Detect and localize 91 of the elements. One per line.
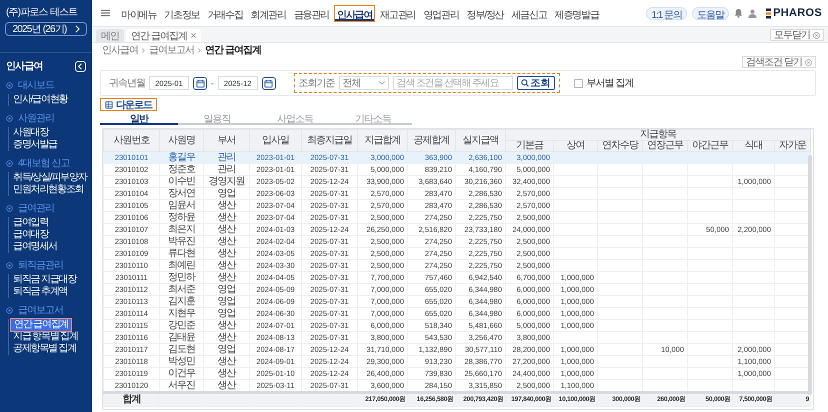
- sidebar-item[interactable]: 인사/급여현황: [9, 94, 92, 106]
- breadcrumb-item: 연간 급여집계: [205, 44, 261, 57]
- nav-tab[interactable]: 거래수집: [204, 4, 246, 22]
- column-header: 연장근무: [642, 140, 688, 152]
- toggle-filter-button[interactable]: 검색조건 닫기: [742, 56, 816, 68]
- sidebar-item[interactable]: 공제항목별 집계: [9, 343, 92, 355]
- nav-tab[interactable]: 마이메뉴: [118, 4, 160, 22]
- logo-text: PHAROS: [773, 7, 822, 19]
- user-icon[interactable]: [748, 8, 758, 18]
- column-header: 사원번호: [104, 130, 160, 152]
- close-all-button[interactable]: 모두닫기: [770, 29, 824, 41]
- sidebar-item[interactable]: 지급 항목별 집계: [9, 331, 92, 343]
- circle-icon: [6, 306, 13, 314]
- help-button[interactable]: 1:1 문의: [646, 6, 688, 20]
- column-header: 실지급액: [456, 130, 506, 152]
- nav-tab[interactable]: 제증명발급: [552, 4, 602, 22]
- search-icon: [520, 79, 529, 87]
- circle-icon: [6, 204, 13, 212]
- close-circle-icon: [805, 58, 812, 66]
- company-name: (주)파로스 테스트: [5, 6, 78, 19]
- sidebar-item[interactable]: 증명서발급: [9, 139, 92, 151]
- sidebar-item[interactable]: 급여입력: [9, 217, 92, 229]
- nav-tab[interactable]: 정부/정산: [464, 4, 506, 22]
- logo-icon: [766, 8, 772, 18]
- breadcrumb-item[interactable]: 인사급여: [102, 43, 138, 57]
- sidebar-item[interactable]: 민원처리현황조회: [9, 184, 92, 196]
- column-header: 식대: [732, 140, 774, 152]
- sidebar-group[interactable]: 급여보고서: [18, 303, 63, 317]
- sidebar-group[interactable]: 사원관리: [18, 111, 54, 125]
- collapse-icon[interactable]: [75, 60, 86, 72]
- sidebar-title: 인사급여: [6, 60, 43, 73]
- column-header: 입사일: [250, 130, 302, 152]
- nav-tab[interactable]: 세금신고: [508, 4, 550, 22]
- sidebar-group[interactable]: 대시보드: [18, 78, 54, 92]
- calendar-icon: [196, 78, 204, 88]
- field-label: 조회기준: [298, 77, 335, 90]
- sidebar-item[interactable]: 급여명세서: [9, 241, 92, 253]
- range-separator: -: [211, 78, 214, 88]
- column-group-header: 지급항목: [506, 130, 811, 140]
- column-header: 자가운: [774, 140, 811, 152]
- close-icon[interactable]: [190, 33, 196, 38]
- nav-tab[interactable]: 재고관리: [377, 4, 418, 22]
- download-button[interactable]: 다운로드: [100, 98, 157, 111]
- sidebar-item[interactable]: 연간 급여집계: [11, 319, 72, 331]
- nav-tab[interactable]: 회계관리: [248, 4, 289, 22]
- sidebar-item[interactable]: 급여대장: [9, 229, 92, 241]
- page-tab[interactable]: 연간 급여집계: [126, 29, 201, 42]
- breadcrumb-item[interactable]: 급여보고서: [149, 43, 194, 57]
- column-header: 사원명: [160, 130, 204, 152]
- help-button[interactable]: 도움말: [692, 6, 730, 20]
- calendar-icon: [264, 78, 274, 88]
- circle-icon: [6, 82, 13, 88]
- chevron-right-icon: [142, 48, 145, 52]
- nav-tab[interactable]: 영업관리: [420, 4, 462, 22]
- nav-tab[interactable]: 기초정보: [161, 4, 202, 22]
- checkbox[interactable]: [574, 78, 583, 88]
- sidebar-item[interactable]: 퇴직금 추계액: [9, 286, 92, 298]
- checkbox-label: 부서별 집계: [586, 77, 634, 90]
- circle-icon: [6, 160, 13, 166]
- nav-tab[interactable]: 금융관리: [290, 4, 332, 22]
- period-selector[interactable]: 2025년 (26기): [5, 22, 87, 36]
- close-circle-icon: [813, 32, 820, 38]
- column-header: 야간근무: [688, 140, 732, 152]
- column-header: 지급합계: [358, 130, 408, 152]
- sidebar-group[interactable]: 급여관리: [18, 201, 54, 215]
- column-header: 연차수당: [598, 140, 642, 152]
- calendar-button[interactable]: [262, 76, 276, 90]
- column-header: 공제합계: [408, 130, 456, 152]
- sidebar-item[interactable]: 취득/상실/피부양자: [9, 172, 92, 184]
- sidebar-item[interactable]: 퇴직금 지급대장: [9, 274, 92, 286]
- column-header: 부서: [204, 130, 250, 152]
- chevron-right-icon: [198, 48, 201, 52]
- field-label: 귀속년월: [109, 77, 145, 90]
- chevron-right-icon: [74, 25, 80, 33]
- circle-icon: [6, 262, 13, 268]
- column-header: 최종지급일: [302, 130, 358, 152]
- criteria-dropdown[interactable]: 전체: [338, 76, 389, 90]
- column-header: 기본금: [506, 140, 554, 152]
- total-label: 합계: [104, 392, 160, 406]
- sidebar-item[interactable]: 사원대장: [9, 127, 92, 139]
- search-button[interactable]: 조회: [516, 76, 555, 90]
- bell-icon[interactable]: [734, 8, 744, 18]
- sidebar-group[interactable]: 4대보험 신고: [18, 156, 70, 170]
- search-field[interactable]: 검색 조건을 선택해 주세요: [392, 76, 513, 90]
- sidebar-group[interactable]: 퇴직금관리: [18, 258, 63, 272]
- chevron-down-icon: [378, 81, 385, 85]
- calendar-button[interactable]: [193, 76, 207, 90]
- menu-icon[interactable]: [101, 9, 110, 17]
- page-tab[interactable]: 메인: [96, 29, 124, 42]
- circle-icon: [6, 114, 13, 122]
- spreadsheet-icon: [105, 100, 113, 108]
